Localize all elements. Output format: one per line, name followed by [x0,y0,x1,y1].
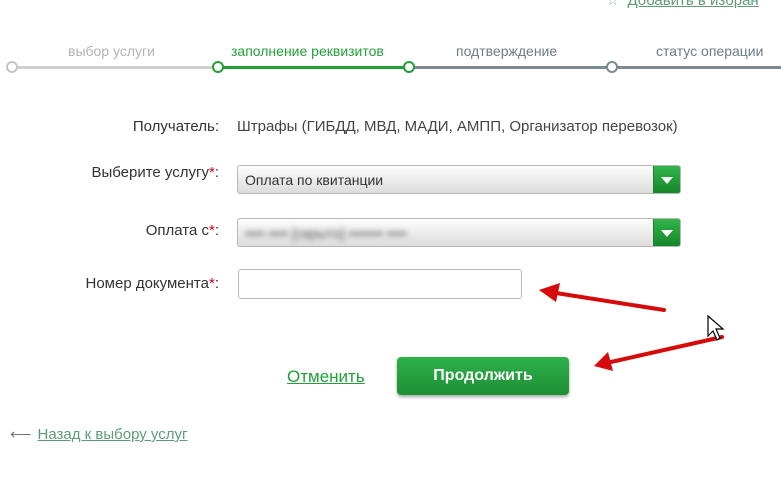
pay-from-select[interactable]: •••• •••• [скрыто] ••••••• •••• [237,218,681,247]
service-select[interactable]: Оплата по квитанции [237,165,681,194]
back-to-services-link[interactable]: ⟵ Назад к выбору услуг [10,425,187,443]
recipient-value: Штрафы (ГИБДД, МВД, МАДИ, АМПП, Организа… [237,118,678,135]
cancel-link[interactable]: Отменить [287,367,365,387]
step-dot-4 [606,61,618,73]
mouse-cursor-icon [707,314,725,341]
annotation-arrow-input [539,283,666,312]
star-icon: ☆ [606,0,620,9]
step-dot-3 [403,61,415,73]
recipient-label: Получатель: [132,118,219,135]
document-number-label: Номер документа*: [85,275,220,292]
step-fill-details: заполнение реквизитов [231,43,384,59]
step-confirmation: подтверждение [456,43,558,59]
chevron-down-icon[interactable] [653,166,680,193]
progress-line-done [12,66,218,69]
chevron-down-icon[interactable] [653,219,680,246]
document-number-input[interactable] [238,269,522,299]
step-operation-status: статус операции [656,43,764,59]
pay-from-select-value: •••• •••• [скрыто] ••••••• •••• [245,225,407,241]
step-dot-2 [212,61,224,73]
progress-line-todo [409,66,781,69]
back-arrow-icon: ⟵ [10,426,32,443]
step-dot-1 [6,61,18,73]
pay-from-label: Оплата с*: [145,222,219,239]
service-select-value: Оплата по квитанции [245,172,384,188]
step-select-service: выбор услуги [68,43,155,59]
progress-line-active [218,66,409,69]
continue-button[interactable]: Продолжить [397,357,569,395]
add-to-favorites-link[interactable]: ☆ Добавить в избран [606,0,759,9]
service-label: Выберите услугу*: [91,164,219,181]
annotation-arrow-button [594,335,724,371]
